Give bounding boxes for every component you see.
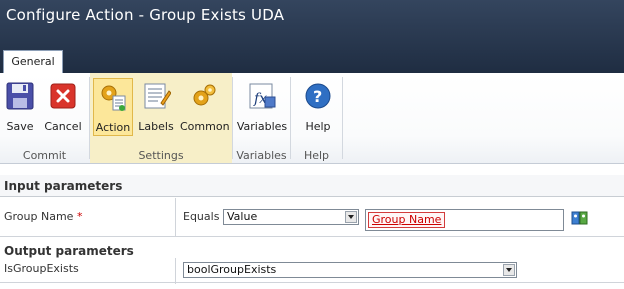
cancel-x-icon (50, 83, 76, 109)
chevron-down-icon[interactable] (345, 211, 357, 223)
svg-text:?: ? (313, 87, 322, 106)
is-group-exists-label: IsGroupExists (4, 262, 79, 275)
labels-button[interactable]: Labels (136, 78, 176, 136)
floppy-disk-icon (6, 82, 34, 110)
is-group-exists-selected: boolGroupExists (187, 263, 277, 276)
common-button[interactable]: Common (180, 78, 230, 136)
cancel-button[interactable]: Cancel (42, 78, 84, 136)
action-button[interactable]: Action (93, 78, 133, 136)
group-name-label-text: Group Name (4, 210, 74, 223)
common-label: Common (180, 120, 230, 133)
equals-operator-label: Equals (183, 210, 220, 223)
labels-label: Labels (138, 120, 174, 133)
title-bar: Configure Action - Group Exists UDA Gene… (0, 0, 624, 73)
group-label-settings: Settings (138, 149, 184, 162)
group-name-label: Group Name * (4, 210, 82, 223)
fx-variables-icon: fx (249, 83, 276, 109)
output-parameters-header: Output parameters (4, 244, 134, 258)
row-divider (0, 282, 624, 283)
group-separator (342, 77, 343, 159)
address-book-lookup-icon[interactable] (571, 211, 589, 225)
window-title: Configure Action - Group Exists UDA (6, 6, 285, 24)
group-name-token[interactable]: Group Name (368, 212, 446, 228)
ribbon: Save Cancel Action Labels Common fx Vari… (0, 73, 624, 164)
tab-general[interactable]: General (3, 50, 63, 73)
variables-label: Variables (236, 120, 288, 133)
chevron-down-icon[interactable] (503, 264, 515, 276)
group-label-commit: Commit (22, 149, 67, 162)
help-button[interactable]: ? Help (298, 78, 338, 136)
group-label-variables: Variables (236, 149, 287, 162)
help-label: Help (305, 120, 331, 133)
save-label: Save (6, 120, 34, 133)
row-divider (0, 236, 624, 237)
group-separator (232, 77, 233, 159)
group-name-input[interactable]: Group Name (365, 209, 564, 231)
column-divider (175, 198, 176, 236)
variables-button[interactable]: fx Variables (236, 78, 288, 136)
is-group-exists-select[interactable]: boolGroupExists (183, 262, 517, 278)
help-question-icon: ? (305, 83, 331, 109)
cancel-label: Cancel (44, 120, 82, 133)
input-parameters-header: Input parameters (0, 175, 624, 197)
group-separator (89, 77, 90, 159)
value-type-selected: Value (227, 210, 258, 223)
column-divider (175, 258, 176, 284)
group-label-help: Help (303, 149, 330, 162)
action-label: Action (95, 121, 131, 134)
action-gears-icon (101, 85, 126, 111)
labels-notepad-icon (144, 83, 171, 109)
value-type-select[interactable]: Value (223, 209, 359, 225)
required-marker: * (76, 210, 83, 223)
save-button[interactable]: Save (2, 78, 38, 136)
group-separator (290, 77, 291, 159)
common-gears-icon (193, 84, 216, 106)
